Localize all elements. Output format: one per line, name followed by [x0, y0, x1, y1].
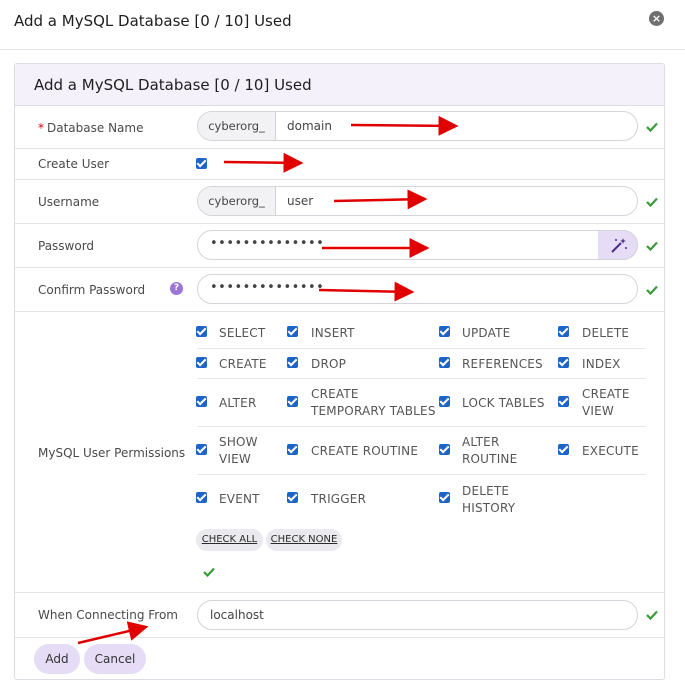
annotation-arrows [77, 115, 459, 645]
annotation-arrow [350, 115, 459, 136]
annotation-arrow [223, 152, 304, 173]
annotation-arrow [77, 621, 149, 645]
annotation-arrow [333, 189, 428, 210]
annotation-arrow [318, 281, 415, 302]
